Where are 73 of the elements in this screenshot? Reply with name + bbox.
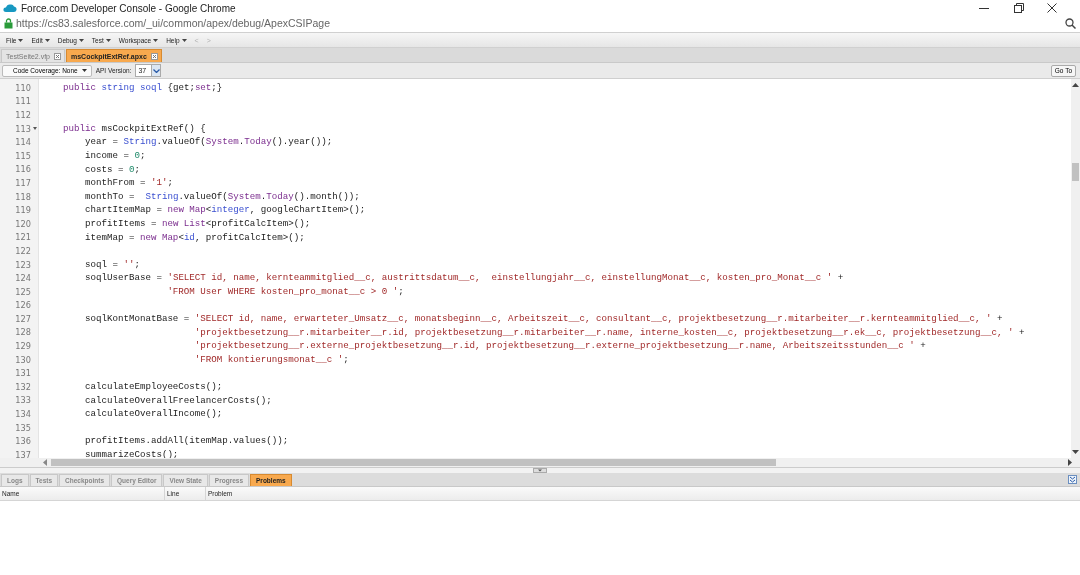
line-number: 111 bbox=[15, 96, 31, 107]
line-number: 120 bbox=[15, 218, 31, 229]
line-number: 117 bbox=[15, 177, 31, 188]
code-line: 'FROM kontierungsmonat__c '; bbox=[193, 353, 349, 365]
line-number: 132 bbox=[15, 381, 31, 392]
caret-icon bbox=[78, 38, 84, 42]
line-number: 122 bbox=[15, 245, 31, 256]
scroll-left-icon[interactable] bbox=[43, 459, 47, 466]
code-line: monthFrom = '1'; bbox=[83, 177, 173, 189]
line-number: 126 bbox=[15, 300, 31, 311]
code-line: income = 0; bbox=[83, 149, 146, 161]
caret-icon bbox=[105, 38, 111, 42]
window-title: Force.com Developer Console - Google Chrome bbox=[21, 2, 236, 14]
caret-icon bbox=[44, 38, 50, 42]
code-line: public string soql {get;set;} bbox=[61, 82, 223, 93]
search-icon[interactable] bbox=[1065, 17, 1076, 29]
caret-icon bbox=[181, 38, 187, 42]
scrollbar-thumb[interactable] bbox=[1072, 163, 1079, 181]
close-icon[interactable] bbox=[1046, 2, 1058, 14]
line-number: 127 bbox=[15, 313, 31, 324]
maximize-icon[interactable] bbox=[1012, 2, 1024, 14]
line-number: 114 bbox=[15, 137, 31, 148]
code-line: calculateOverallIncome(); bbox=[83, 408, 223, 420]
line-number: 115 bbox=[15, 150, 31, 161]
line-number: 119 bbox=[15, 205, 31, 216]
code-line: 'projektbesetzung__r.mitarbeiter__r.id, projektbesetzung__r.mitarbeiter__r.name, interne_kosten__c, projektbesetzung__r.ek__c, projektbesetzung__c, ' + bbox=[193, 326, 1025, 338]
code-line: calculateOverallFreelancerCosts(); bbox=[83, 394, 272, 406]
scroll-down-icon[interactable] bbox=[1072, 450, 1079, 454]
cloud-icon bbox=[3, 3, 17, 13]
line-number: 116 bbox=[15, 164, 31, 175]
line-number: 113 bbox=[15, 123, 31, 134]
line-number: 118 bbox=[15, 191, 31, 202]
line-number: 137 bbox=[15, 449, 31, 458]
line-number: 125 bbox=[15, 286, 31, 297]
caret-icon bbox=[153, 38, 159, 42]
code-line: costs = 0; bbox=[83, 163, 140, 175]
code-line: profitItems = new List<profitCalcItem>(); bbox=[83, 217, 311, 229]
line-number: 131 bbox=[15, 368, 31, 379]
scrollbar-thumb[interactable] bbox=[51, 459, 776, 466]
line-number: 110 bbox=[15, 82, 31, 93]
line-number: 128 bbox=[15, 327, 31, 338]
caret-icon bbox=[18, 38, 24, 42]
collapse-icon[interactable] bbox=[1068, 475, 1077, 484]
line-number: 133 bbox=[15, 395, 31, 406]
code-line: 'projektbesetzung__r.externe_projektbesetzung__r.id, projektbesetzung__r.externe_projektbesetzung__r.name, Arbeitszeitsstunden__c ' + bbox=[193, 340, 926, 352]
code-line: calculateEmployeeCosts(); bbox=[83, 381, 223, 393]
line-number: 123 bbox=[15, 259, 31, 270]
code-line: summarizeCosts(); bbox=[83, 449, 179, 458]
scroll-right-icon[interactable] bbox=[1068, 459, 1072, 466]
code-line: public msCockpitExtRef() { bbox=[61, 122, 206, 134]
line-number: 130 bbox=[15, 354, 31, 365]
code-line: monthTo = String.valueOf(System.Today().month()); bbox=[83, 190, 360, 202]
line-number: 129 bbox=[15, 341, 31, 352]
line-number: 121 bbox=[15, 232, 31, 243]
code-line: soqlUserBase = 'SELECT id, name, kernteammitglied__c, austrittsdatum__c, einstellungjahr__c, einstellungMonat__c, kosten_pro_Monat__c ' + bbox=[83, 272, 844, 284]
caret-icon bbox=[81, 69, 87, 72]
chevron-down-icon bbox=[152, 68, 160, 73]
line-number: 112 bbox=[15, 110, 31, 120]
fold-icon[interactable] bbox=[32, 127, 37, 131]
splitter-handle-icon[interactable] bbox=[533, 468, 547, 473]
line-number: 135 bbox=[15, 422, 31, 433]
scroll-up-icon[interactable] bbox=[1072, 83, 1079, 87]
code-line: year = String.valueOf(System.Today().year()); bbox=[83, 136, 333, 148]
line-number: 124 bbox=[15, 273, 31, 284]
line-number: 134 bbox=[15, 409, 31, 420]
code-line: profitItems.addAll(itemMap.values()); bbox=[83, 435, 289, 447]
code-line: soql = ''; bbox=[83, 258, 140, 270]
code-line: soqlKontMonatBase = 'SELECT id, name, erwarteter_Umsatz__c, monatsbeginn__c, Arbeitszeit__c, consultant__c, projektbesetzung__r.mitarbeiter__r.kernteammitglied__c, ' + bbox=[83, 313, 1003, 325]
code-line: chartItemMap = new Map<integer, googleChartItem>(); bbox=[83, 204, 366, 216]
address-field[interactable]: https://cs83.salesforce.com/_ui/common/apex/debug/ApexCSIPage bbox=[16, 17, 330, 29]
code-line: 'FROM User WHERE kosten_pro_monat__c > 0 '; bbox=[166, 285, 404, 297]
code-line: itemMap = new Map<id, profitCalcItem>(); bbox=[83, 231, 305, 243]
line-number: 136 bbox=[15, 436, 31, 447]
